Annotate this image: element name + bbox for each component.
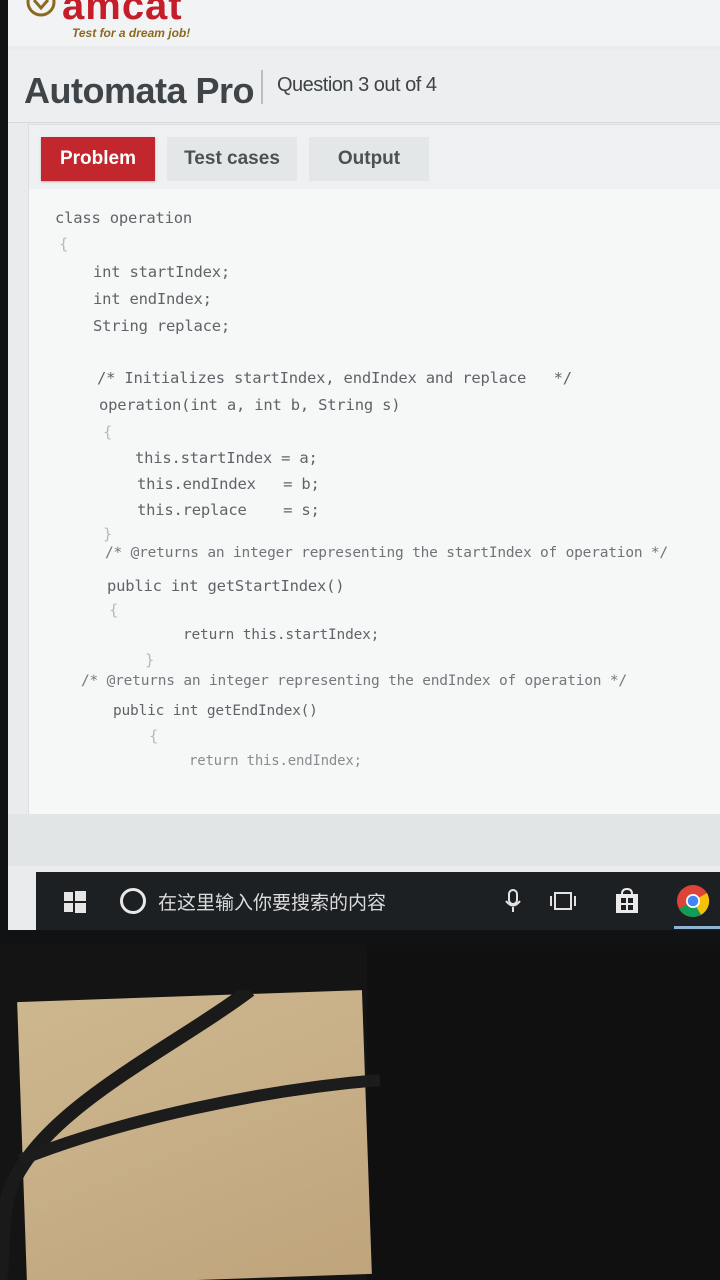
code-line: { [109,601,119,619]
store-icon[interactable] [612,886,642,916]
code-line: { [149,727,159,745]
code-line: /* @returns an integer representing the … [81,673,627,689]
search-icon [120,888,146,914]
header-divider [261,70,263,104]
code-line: public int getStartIndex() [107,577,345,595]
search-placeholder: 在这里输入你要搜索的内容 [158,891,387,914]
code-line: } [103,525,113,543]
code-line: return this.startIndex; [183,627,380,643]
code-line: /* Initializes startIndex, endIndex and … [97,369,572,387]
tab-bar: Problem Test cases Output [29,125,720,189]
code-line: this.endIndex = b; [137,475,320,493]
code-line: { [103,423,113,441]
brand-tagline: Test for a dream job! [72,26,191,40]
code-line: this.replace = s; [137,501,320,519]
question-counter: Question 3 out of 4 [277,74,437,96]
app-title: Automata Pro [24,70,255,111]
photo-scene: amcat Test for a dream job! Automata Pro… [0,0,720,1280]
code-line: } [145,651,155,669]
code-line: String replace; [93,317,230,335]
code-line: { [59,235,69,253]
monitor-stand-shadow [367,945,720,1280]
microphone-icon[interactable] [498,886,528,916]
chrome-icon[interactable] [676,884,710,918]
windows-taskbar: 在这里输入你要搜索的内容 [36,872,720,930]
brand-bar: amcat Test for a dream job! [8,0,720,46]
tab-problem[interactable]: Problem [41,137,155,181]
task-view-icon[interactable] [548,886,578,916]
code-line: public int getEndIndex() [113,703,318,719]
code-line: class operation [55,209,192,227]
problem-card: Problem Test cases Output class operatio… [28,124,720,816]
brand-logo-text: amcat [62,0,183,28]
brand-logo-icon [26,0,56,17]
code-viewer: class operation { int startIndex; int en… [29,189,720,809]
code-line: operation(int a, int b, String s) [99,396,401,414]
windows-start-icon[interactable] [64,891,86,913]
code-line: int startIndex; [93,263,230,281]
screen-footer-area [8,814,720,866]
code-line: return this.endIndex; [189,753,362,769]
page-header: Automata Pro Question 3 out of 4 [8,50,720,123]
tab-test-cases[interactable]: Test cases [167,137,297,181]
code-line: this.startIndex = a; [135,449,318,467]
tab-output[interactable]: Output [309,137,429,181]
code-line: /* @returns an integer representing the … [105,545,668,561]
monitor-screen: amcat Test for a dream job! Automata Pro… [8,0,720,930]
code-line: int endIndex; [93,290,212,308]
active-app-indicator [674,926,720,929]
cable [0,990,380,1280]
taskbar-search[interactable]: 在这里输入你要搜索的内容 [116,880,476,922]
